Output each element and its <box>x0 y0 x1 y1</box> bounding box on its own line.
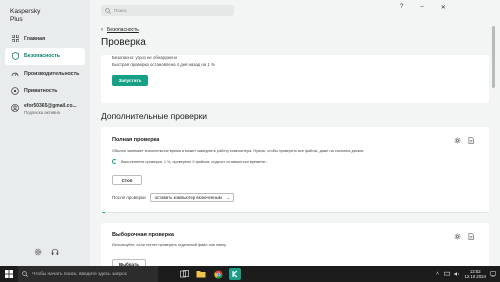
taskbar-search[interactable]: Чтобы начать поиск, введите здесь запрос <box>18 266 158 282</box>
scan-progress-bar <box>101 211 489 213</box>
quick-scan-info: Быстрая проверка остановлена 4 дня назад… <box>112 62 215 67</box>
run-quick-scan-button[interactable]: Запустить <box>112 75 148 86</box>
help-icon[interactable]: ? <box>400 4 403 11</box>
after-scan-row: После проверки оставить компьютер включе… <box>112 193 235 202</box>
full-scan-description: Обычно занимает значительное время и мож… <box>112 149 364 153</box>
selective-scan-card: Выборочная проверка Используйте, если хо… <box>101 223 489 268</box>
search-placeholder: Поиск <box>114 8 127 13</box>
taskbar-search-placeholder: Чтобы начать поиск, введите здесь запрос <box>32 271 128 277</box>
full-scan-status: Выполняется проверка. 1 %, проверено 0 ф… <box>112 159 268 164</box>
taskbar: Чтобы начать поиск, введите здесь запрос… <box>0 266 500 282</box>
chevron-left-icon: ‹ <box>101 27 103 33</box>
search-input[interactable]: Поиск <box>101 5 234 16</box>
notifications-icon[interactable] <box>490 271 496 277</box>
sidebar-bottom-icons <box>34 248 59 256</box>
sidebar-nav: Главная Безопасность Производительность … <box>5 30 85 122</box>
gauge-icon <box>10 69 20 79</box>
settings-gear-icon[interactable] <box>454 137 461 144</box>
full-scan-card: Полная проверка Обычно занимает значител… <box>101 127 489 213</box>
breadcrumb-link[interactable]: Безопасность <box>107 27 139 33</box>
after-scan-value: оставить компьютер включенным <box>154 195 222 200</box>
search-icon <box>22 271 28 277</box>
taskbar-apps <box>178 268 241 280</box>
stop-button[interactable]: Стоп <box>112 175 142 185</box>
after-scan-label: После проверки <box>112 195 146 200</box>
sidebar-item-security[interactable]: Безопасность <box>5 47 85 65</box>
page-title: Проверка <box>101 37 146 48</box>
settings-gear-icon[interactable] <box>454 233 461 240</box>
selective-scan-title: Выборочная проверка <box>112 232 174 238</box>
support-headset-icon[interactable] <box>51 248 59 256</box>
breadcrumb[interactable]: ‹ Безопасность <box>101 27 139 33</box>
full-scan-title: Полная проверка <box>112 137 160 143</box>
tray-chevron-up-icon[interactable]: ˄ <box>434 271 440 277</box>
app-edition: Plus <box>10 16 23 23</box>
kaspersky-taskbar-icon[interactable] <box>229 268 241 280</box>
sidebar-item-privacy[interactable]: Приватность <box>5 83 85 100</box>
sidebar-item-label: Безопасность <box>24 53 60 59</box>
home-grid-icon <box>10 34 20 44</box>
scrollbar[interactable] <box>492 26 495 88</box>
app-name: Kaspersky <box>10 8 41 15</box>
taskbar-clock[interactable]: 13:52 12.10.2024 <box>464 269 486 280</box>
quick-scan-card: Безопасно: угроз не обнаружено Быстрая п… <box>101 55 489 103</box>
sidebar-account[interactable]: efor50365@gmail.co... Подписка активна <box>5 100 85 122</box>
report-document-icon[interactable] <box>468 137 475 144</box>
account-email: efor50365@gmail.co... <box>24 103 77 109</box>
settings-gear-icon[interactable] <box>34 248 42 256</box>
section-title: Дополнительные проверки <box>101 111 208 121</box>
windows-start-icon[interactable] <box>0 266 18 282</box>
full-scan-status-text: Выполняется проверка. 1 %, проверено 0 ф… <box>121 159 269 164</box>
shield-icon <box>10 51 20 61</box>
user-icon <box>10 103 20 113</box>
sidebar-item-label: Приватность <box>24 88 58 94</box>
selective-scan-description: Используйте, если хотите проверить отдел… <box>112 243 227 247</box>
system-tray: ˄ 13:52 12.10.2024 <box>434 266 496 282</box>
spinner-icon <box>112 159 117 164</box>
file-explorer-icon[interactable] <box>195 268 207 280</box>
search-icon <box>105 7 111 14</box>
chevron-down-icon: ⌄ <box>226 195 231 200</box>
network-icon[interactable] <box>444 271 451 277</box>
report-document-icon[interactable] <box>468 233 475 240</box>
volume-icon[interactable] <box>454 271 460 277</box>
card-actions <box>454 137 475 144</box>
privacy-eye-icon <box>10 86 20 96</box>
sidebar-item-home[interactable]: Главная <box>5 30 85 47</box>
window-controls: ? – ✕ <box>400 4 446 11</box>
app-brand: Kaspersky Plus <box>10 8 40 24</box>
sidebar-item-label: Главная <box>24 35 46 42</box>
scan-safety-status: Безопасно: угроз не обнаружено <box>112 55 178 60</box>
taskbar-date: 12.10.2024 <box>464 274 486 279</box>
sidebar-item-label: Производительность <box>24 70 80 77</box>
subscription-status: Подписка активна <box>24 109 61 115</box>
sidebar: Kaspersky Plus Главная Безопасность Прои… <box>0 0 90 266</box>
after-scan-select[interactable]: оставить компьютер включенным ⌄ <box>149 193 235 202</box>
task-view-icon[interactable] <box>178 268 190 280</box>
scan-progress-fill <box>101 211 105 213</box>
sidebar-item-performance[interactable]: Производительность <box>5 65 85 82</box>
close-icon[interactable]: ✕ <box>441 4 446 11</box>
card-actions <box>454 233 475 240</box>
minimize-icon[interactable]: – <box>420 4 423 11</box>
chrome-icon[interactable] <box>212 268 224 280</box>
